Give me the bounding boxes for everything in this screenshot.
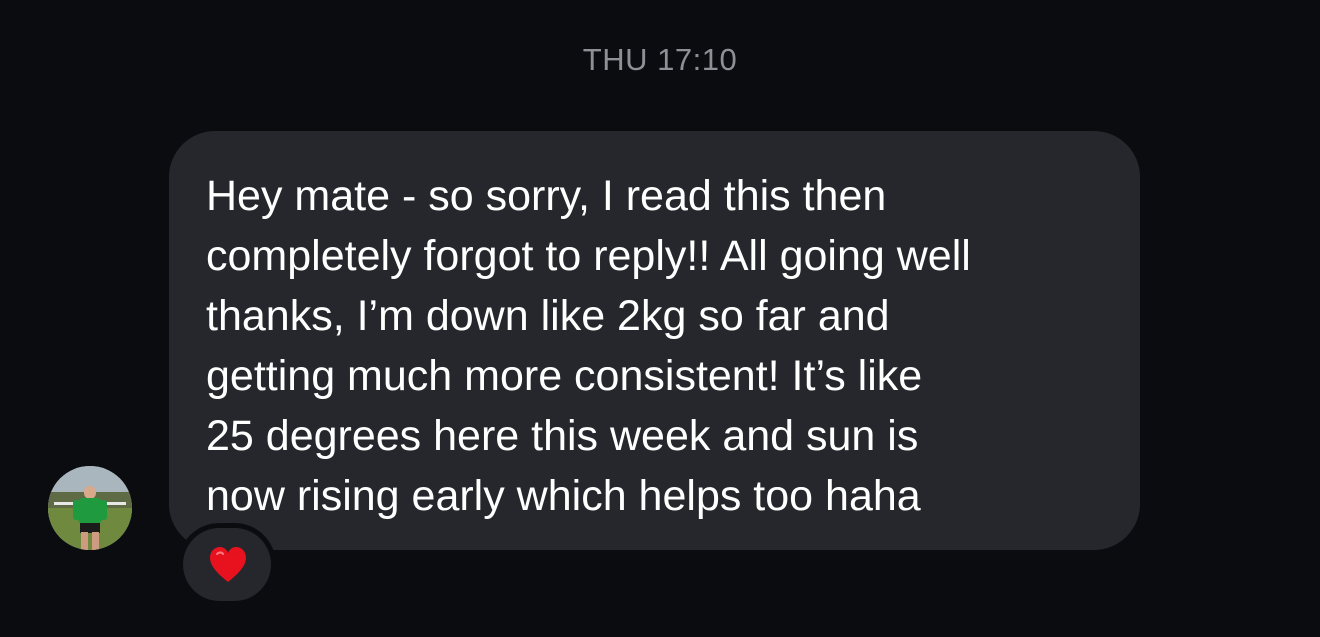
message-line: getting much more consistent! It’s like <box>206 352 923 400</box>
message-bubble[interactable]: Hey mate - so sorry, I read this then co… <box>169 131 1140 550</box>
reaction-badge[interactable] <box>183 528 271 601</box>
message-line: Hey mate - so sorry, I read this then <box>206 172 887 220</box>
message-line: 25 degrees here this week and sun is <box>206 412 919 460</box>
red-heart-icon <box>210 547 246 582</box>
message-line: thanks, I’m down like 2kg so far and <box>206 292 890 340</box>
profile-photo-avatar <box>48 466 132 550</box>
message-timestamp: THU 17:10 <box>582 42 738 77</box>
sender-avatar[interactable] <box>48 466 132 550</box>
message-line: now rising early which helps too haha <box>206 472 921 520</box>
message-line: completely forgot to reply!! All going w… <box>206 232 971 280</box>
